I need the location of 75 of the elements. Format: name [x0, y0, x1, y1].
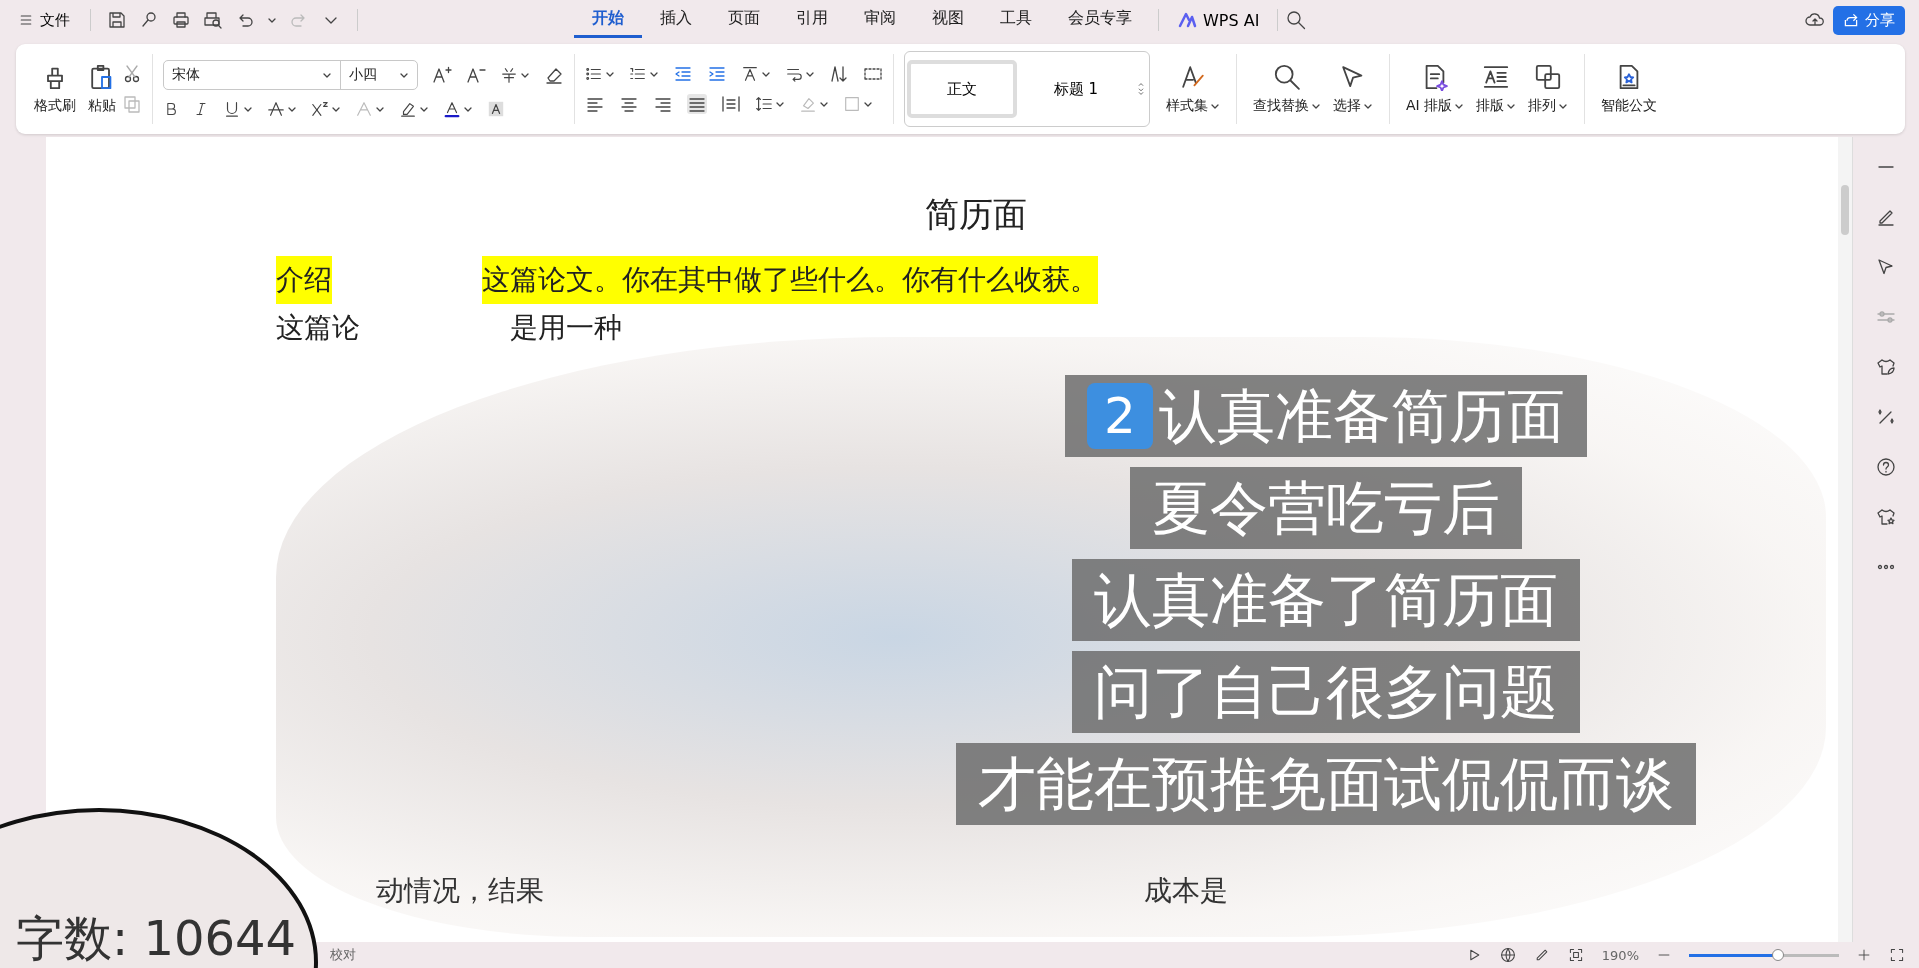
document-title: 简历面	[924, 193, 1028, 236]
body-text: 是用一种	[510, 310, 622, 346]
print-icon[interactable]	[171, 10, 191, 30]
strikethrough-icon[interactable]	[267, 100, 285, 118]
fit-page-icon[interactable]	[1567, 947, 1584, 963]
save-icon[interactable]	[107, 10, 127, 30]
shirt-leaf-icon[interactable]	[1876, 357, 1896, 377]
caption-text: 问了自己很多问题	[1072, 651, 1580, 733]
scissors-icon[interactable]	[122, 64, 142, 84]
share-button[interactable]: 分享	[1833, 5, 1905, 35]
ribbon-tab[interactable]: 插入	[642, 2, 710, 38]
grow-font-icon[interactable]	[432, 65, 452, 85]
paste-button[interactable]: 粘贴	[82, 59, 122, 119]
ribbon-tool-button[interactable]: 排版	[1470, 59, 1523, 119]
help-icon[interactable]	[1876, 457, 1896, 477]
ribbon-tab[interactable]: 审阅	[846, 2, 914, 38]
highlighted-text: 这篇论文。你在其中做了些什么。你有什么收获。	[482, 256, 1098, 304]
proofread-label[interactable]: 校对	[330, 946, 356, 964]
highlighted-text: 介绍	[276, 256, 332, 304]
ribbon-tool-button[interactable]: 智能公文	[1595, 59, 1664, 119]
number-badge: 2	[1087, 383, 1153, 449]
ribbon-tool-button[interactable]: 选择	[1327, 59, 1379, 119]
ribbon-tab[interactable]: 工具	[982, 2, 1050, 38]
style-brush-icon	[1179, 63, 1207, 91]
ribbon-tab[interactable]: 会员专享	[1050, 2, 1150, 38]
italic-icon[interactable]	[193, 101, 209, 117]
ribbon-tool-button[interactable]: AI 排版	[1400, 59, 1471, 119]
body-text: 成本是	[1144, 873, 1228, 909]
style-option[interactable]: 正文	[907, 60, 1017, 118]
share-icon	[1843, 12, 1859, 28]
character-shading-icon[interactable]	[487, 100, 505, 118]
text-direction-icon[interactable]	[741, 65, 759, 83]
caption-text: 2 认真准备简历面	[1065, 375, 1587, 457]
word-count-text: 字数: 10644	[16, 909, 297, 968]
file-menu-button[interactable]: 文件	[14, 8, 74, 32]
highlighter-icon[interactable]	[399, 100, 417, 118]
distribute-icon[interactable]	[721, 94, 741, 114]
style-set-button[interactable]: 样式集	[1160, 59, 1226, 119]
body-text: 动情况，结果	[376, 873, 544, 909]
text-layout-icon[interactable]	[1482, 63, 1511, 91]
arrange-icon[interactable]	[1534, 63, 1563, 91]
ribbon-tab[interactable]: 视图	[914, 2, 982, 38]
zoom-slider[interactable]	[1689, 948, 1839, 962]
ribbon-tab[interactable]: 开始	[574, 2, 642, 38]
shirt-star-icon[interactable]	[1876, 507, 1896, 527]
justify-icon[interactable]	[687, 94, 707, 114]
phonetic-icon[interactable]	[500, 66, 518, 84]
vertical-scrollbar[interactable]	[1838, 137, 1852, 942]
fullscreen-icon[interactable]	[1889, 947, 1905, 963]
ribbon-tab[interactable]: 页面	[710, 2, 778, 38]
font-dropdown[interactable]: 宋体	[164, 61, 340, 89]
caption-text: 才能在预推免面试侃侃而谈	[956, 743, 1696, 825]
ribbon-tool-button[interactable]: 查找替换	[1247, 59, 1327, 119]
ribbon-tool-button[interactable]: 排列	[1522, 59, 1575, 119]
outdent-icon[interactable]	[673, 64, 693, 84]
body-text: 这篇论	[276, 310, 360, 346]
underline-icon[interactable]	[223, 100, 241, 118]
sort-icon[interactable]	[829, 64, 849, 84]
caption-text: 夏令营吃亏后	[1130, 467, 1522, 549]
ai-logo-icon	[1177, 10, 1197, 30]
indent-icon[interactable]	[707, 64, 727, 84]
wps-ai-button[interactable]: WPS AI	[1167, 6, 1270, 34]
format-painter-button[interactable]: 格式刷	[28, 59, 82, 119]
search-icon[interactable]	[1286, 10, 1307, 30]
bullet-list-icon[interactable]	[585, 65, 603, 83]
line-spacing-icon[interactable]	[755, 95, 773, 113]
font-size-dropdown[interactable]: 小四	[340, 61, 417, 89]
font-color-icon[interactable]	[443, 100, 461, 118]
caption-text: 认真准备了简历面	[1072, 559, 1580, 641]
print-preview-icon[interactable]	[203, 10, 223, 30]
search-icon[interactable]	[1273, 63, 1301, 91]
globe-icon[interactable]	[1499, 947, 1516, 963]
superscript-icon[interactable]	[311, 100, 329, 118]
zoom-dropdown[interactable]: 190%	[1601, 947, 1639, 963]
ribbon-tab[interactable]: 引用	[778, 2, 846, 38]
